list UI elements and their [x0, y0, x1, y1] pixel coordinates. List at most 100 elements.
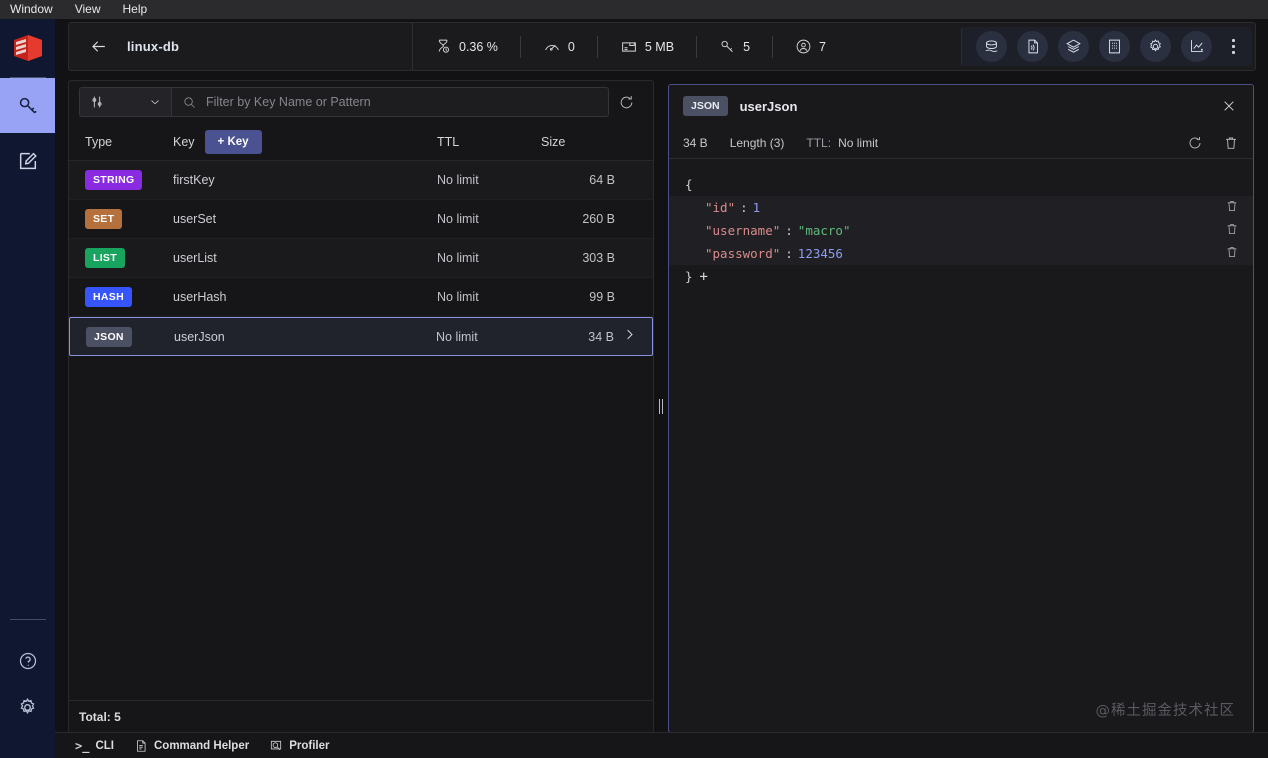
delete-json-entry-button[interactable] — [1225, 222, 1239, 239]
command-helper-button[interactable]: Command Helper — [134, 739, 249, 753]
sidebar-divider-bottom — [9, 619, 46, 620]
chevron-down-icon — [151, 100, 159, 105]
refresh-keys-button[interactable] — [609, 94, 643, 111]
file-signal-icon — [1028, 39, 1038, 54]
row-ttl: No limit — [437, 251, 479, 265]
trash-icon — [1227, 224, 1237, 235]
json-colon: : — [785, 246, 793, 261]
row-size: 64 B — [589, 173, 615, 187]
more-vertical-icon[interactable] — [1224, 39, 1242, 54]
table-row[interactable]: SET userSet No limit 260 B — [69, 200, 653, 239]
profiler-button[interactable]: Profiler — [269, 739, 329, 753]
sidebar-item-settings[interactable] — [0, 684, 55, 730]
sidebar-item-browser[interactable] — [0, 78, 55, 133]
row-key-name: userSet — [173, 212, 217, 226]
toolbar-actions — [961, 27, 1252, 66]
row-type-cell: JSON — [78, 326, 174, 347]
cli-label: CLI — [95, 739, 114, 752]
value-ttl-group: TTL: No limit — [806, 136, 878, 150]
trash-icon — [1227, 247, 1237, 258]
delete-json-entry-button[interactable] — [1225, 199, 1239, 216]
key-type-filter-select[interactable] — [79, 87, 171, 117]
metric-memory[interactable]: 5 MB — [598, 23, 696, 70]
action-analysis-tools[interactable] — [1181, 31, 1212, 62]
value-type-badge: JSON — [683, 96, 728, 116]
row-open-arrow[interactable] — [614, 327, 644, 347]
row-key-name: userHash — [173, 290, 227, 304]
add-key-button[interactable]: + Key — [204, 129, 262, 154]
resize-handle-icon — [659, 399, 663, 414]
column-header-key[interactable]: Key — [173, 135, 195, 149]
gear-icon — [20, 697, 35, 714]
json-key: "id" — [705, 200, 736, 215]
value-ttl-value[interactable]: No limit — [838, 136, 878, 150]
metric-commands-per-sec[interactable]: 0 — [521, 23, 597, 70]
menu-item-window[interactable]: Window — [6, 0, 57, 19]
action-database-settings[interactable] — [1140, 31, 1171, 62]
value-ttl-label: TTL: — [806, 135, 832, 150]
row-size: 99 B — [589, 290, 615, 304]
json-entry-row[interactable]: "id" : 1 — [669, 196, 1253, 219]
database-block: linux-db — [69, 23, 413, 70]
refresh-icon[interactable] — [1187, 135, 1203, 151]
json-value[interactable]: 123456 — [798, 246, 843, 261]
value-key-name: userJson — [739, 98, 798, 114]
database-name: linux-db — [127, 39, 180, 54]
metric-cpu[interactable]: 0.36 % — [413, 23, 520, 70]
search-icon — [184, 96, 195, 108]
cli-button[interactable]: >_ CLI — [75, 739, 114, 753]
json-value[interactable]: 1 — [753, 200, 761, 215]
close-panel-button[interactable] — [1219, 96, 1239, 116]
column-header-size[interactable]: Size — [541, 135, 615, 149]
menu-item-view[interactable]: View — [71, 0, 105, 19]
add-json-entry-button[interactable]: + — [700, 269, 708, 285]
column-header-key-group: Key + Key — [173, 129, 437, 154]
row-key-name: userJson — [174, 329, 225, 344]
row-ttl: No limit — [436, 329, 478, 344]
action-slow-log[interactable] — [1017, 31, 1048, 62]
column-header-ttl[interactable]: TTL — [437, 135, 541, 149]
metric-cpu-value: 0.36 % — [459, 39, 498, 54]
help-circle-icon — [19, 652, 36, 670]
menu-item-help[interactable]: Help — [118, 0, 151, 19]
redis-insight-window: Window View Help linux-db 0.36 % 0 5 MB … — [0, 0, 1268, 758]
back-button[interactable] — [87, 36, 109, 58]
metric-clients-value: 7 — [819, 39, 826, 54]
search-input-wrapper[interactable] — [171, 87, 609, 117]
value-panel-tools — [1187, 135, 1239, 151]
value-panel-header: JSON userJson — [669, 85, 1253, 127]
json-entry-row[interactable]: "username" : "macro" — [669, 219, 1253, 242]
value-panel: JSON userJson 34 B Length (3) TTL: No li… — [668, 84, 1254, 733]
table-row[interactable]: LIST userList No limit 303 B — [69, 239, 653, 278]
sidebar-item-help[interactable] — [0, 638, 55, 684]
metric-commands-value: 0 — [567, 39, 575, 54]
filter-bar — [69, 81, 653, 123]
keys-list: STRING firstKey No limit 64 B SET userSe… — [69, 161, 653, 700]
json-entry-row[interactable]: "password" : 123456 — [669, 242, 1253, 265]
trash-icon[interactable] — [1223, 135, 1239, 151]
column-header-type[interactable]: Type — [77, 135, 173, 149]
delete-json-entry-button[interactable] — [1225, 245, 1239, 262]
json-open-brace: { — [685, 177, 693, 192]
search-input[interactable] — [206, 95, 598, 109]
table-row[interactable]: STRING firstKey No limit 64 B — [69, 161, 653, 200]
total-bar: Total: 5 — [69, 700, 653, 732]
status-badge: STRING — [85, 170, 143, 190]
panel-splitter[interactable] — [655, 80, 667, 733]
action-cluster-details[interactable] — [1099, 31, 1130, 62]
row-ttl: No limit — [437, 290, 479, 304]
table-row[interactable]: HASH userHash No limit 99 B — [69, 278, 653, 317]
metric-total-keys[interactable]: 5 — [697, 23, 772, 70]
json-value[interactable]: "macro" — [798, 223, 851, 238]
chart-line-icon — [1191, 40, 1203, 52]
json-key: "username" — [705, 223, 781, 238]
refresh-icon — [620, 95, 632, 108]
json-colon: : — [740, 200, 748, 215]
action-pub-sub[interactable] — [1058, 31, 1089, 62]
table-row[interactable]: JSON userJson No limit 34 B — [69, 317, 653, 356]
json-colon: : — [785, 223, 793, 238]
sidebar-item-workbench[interactable] — [0, 133, 55, 188]
metric-connected-clients[interactable]: 7 — [773, 23, 848, 70]
action-overview[interactable] — [976, 31, 1007, 62]
keys-table-header: Type Key + Key TTL Size — [69, 123, 653, 161]
